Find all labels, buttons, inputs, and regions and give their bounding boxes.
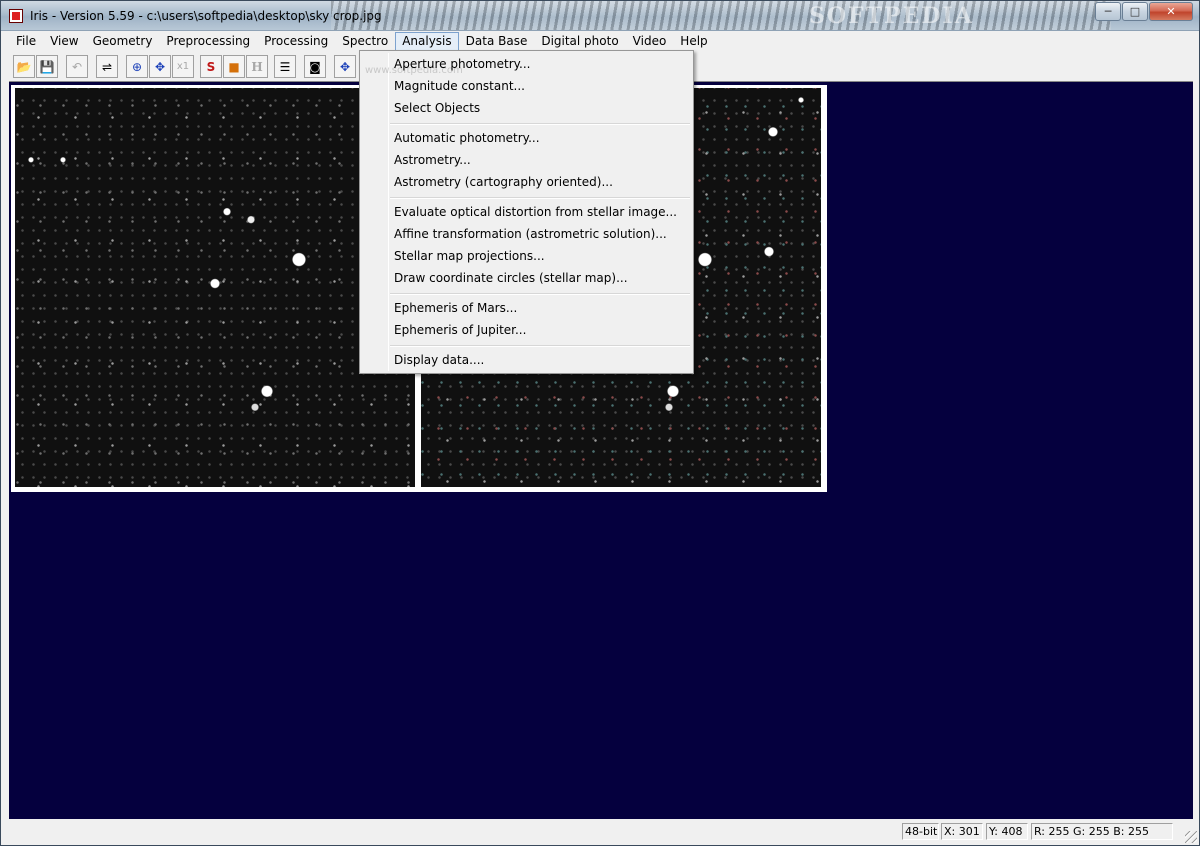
save-icon[interactable]: 💾 (36, 55, 58, 78)
zoom-in-icon[interactable]: ⊕ (126, 55, 148, 78)
maximize-button[interactable]: □ (1122, 2, 1148, 21)
camera-icon[interactable]: ◙ (304, 55, 326, 78)
menu-item-astrometry[interactable]: Astrometry... (363, 149, 690, 171)
status-bar: 48-bits X: 301 Y: 408 R: 255 G: 255 B: 2… (1, 820, 1199, 845)
menu-item-aperture-photometry[interactable]: Aperture photometry... (363, 53, 690, 75)
menu-item-magnitude-constant[interactable]: Magnitude constant... (363, 75, 690, 97)
menu-item-display-data[interactable]: Display data.... (363, 349, 690, 371)
menu-separator (390, 197, 690, 199)
menu-item-ephemeris-jupiter[interactable]: Ephemeris of Jupiter... (363, 319, 690, 341)
menu-digital-photo[interactable]: Digital photo (534, 32, 625, 51)
iris-app-icon[interactable] (9, 9, 23, 23)
threshold-sliders-icon[interactable]: ⇌ (96, 55, 118, 78)
menu-geometry[interactable]: Geometry (86, 32, 160, 51)
menu-separator (390, 345, 690, 347)
menu-bar: File View Geometry Preprocessing Process… (9, 32, 715, 52)
app-window: SOFTPEDIA Iris - Version 5.59 - c:\users… (0, 0, 1200, 846)
menu-item-astrometry-cartography[interactable]: Astrometry (cartography oriented)... (363, 171, 690, 193)
title-bar[interactable]: SOFTPEDIA Iris - Version 5.59 - c:\users… (1, 1, 1199, 31)
menu-item-optical-distortion[interactable]: Evaluate optical distortion from stellar… (363, 201, 690, 223)
status-x-coordinate: X: 301 (941, 823, 983, 840)
sky-image-grayscale[interactable] (15, 88, 415, 487)
menu-video[interactable]: Video (626, 32, 674, 51)
menu-item-automatic-photometry[interactable]: Automatic photometry... (363, 127, 690, 149)
zoom-out-icon[interactable]: ✥ (149, 55, 171, 78)
menu-view[interactable]: View (43, 32, 85, 51)
move-icon[interactable]: ✥ (334, 55, 356, 78)
title-bar-art (331, 1, 1111, 30)
menu-processing[interactable]: Processing (257, 32, 335, 51)
zoom-1x-icon[interactable]: x1 (172, 55, 194, 78)
menu-separator (390, 293, 690, 295)
menu-preprocessing[interactable]: Preprocessing (159, 32, 257, 51)
status-bitdepth: 48-bits (902, 823, 939, 840)
open-folder-icon[interactable]: 📂 (13, 55, 35, 78)
menu-item-ephemeris-mars[interactable]: Ephemeris of Mars... (363, 297, 690, 319)
window-controls: ─ □ ✕ (1094, 2, 1193, 21)
menu-separator (390, 123, 690, 125)
menu-analysis[interactable]: Analysis (395, 32, 459, 51)
histogram-h-icon[interactable]: H (246, 55, 268, 78)
snapshot-s-icon[interactable]: S (200, 55, 222, 78)
undo-icon[interactable]: ↶ (66, 55, 88, 78)
menu-data-base[interactable]: Data Base (459, 32, 535, 51)
status-y-coordinate: Y: 408 (986, 823, 1028, 840)
menu-item-stellar-map-projections[interactable]: Stellar map projections... (363, 245, 690, 267)
window-title: Iris - Version 5.59 - c:\users\softpedia… (30, 9, 382, 23)
analysis-menu-dropdown: www.softpedia.com Aperture photometry...… (359, 50, 694, 374)
status-rgb-values: R: 255 G: 255 B: 255 (1031, 823, 1173, 840)
menu-help[interactable]: Help (673, 32, 714, 51)
menu-item-affine-transformation[interactable]: Affine transformation (astrometric solut… (363, 223, 690, 245)
resize-grip-icon[interactable] (1185, 831, 1197, 843)
menu-file[interactable]: File (9, 32, 43, 51)
minimize-button[interactable]: ─ (1095, 2, 1121, 21)
title-watermark: SOFTPEDIA (809, 3, 974, 29)
close-button[interactable]: ✕ (1149, 2, 1193, 21)
stop-icon[interactable]: ■ (223, 55, 245, 78)
menu-spectro[interactable]: Spectro (335, 32, 395, 51)
menu-item-coordinate-circles[interactable]: Draw coordinate circles (stellar map)... (363, 267, 690, 289)
list-icon[interactable]: ☰ (274, 55, 296, 78)
menu-item-select-objects[interactable]: Select Objects (363, 97, 690, 119)
